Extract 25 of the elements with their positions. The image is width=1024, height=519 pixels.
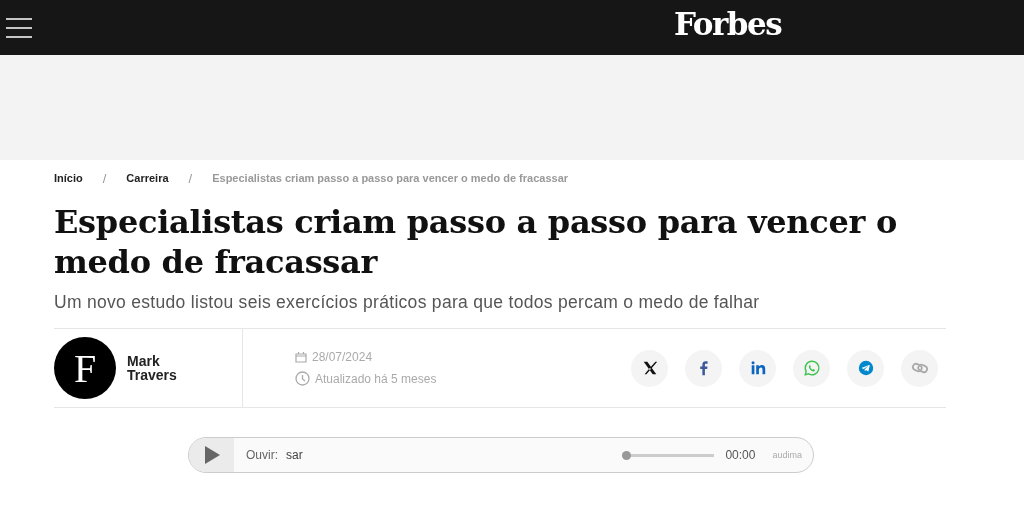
scrolling-title: sar: [286, 448, 303, 462]
whatsapp-icon: [802, 359, 821, 377]
logo[interactable]: Forbes: [674, 6, 782, 42]
breadcrumb-link[interactable]: Carreira: [126, 172, 169, 184]
time-display: 00:00: [725, 448, 756, 462]
share-button[interactable]: [685, 349, 722, 387]
play-button[interactable]: [189, 438, 234, 472]
share-button[interactable]: [631, 349, 668, 387]
article-subtitle: Um novo estudo listou seis exercícios práticos para que todos percam o medo de falhar: [54, 292, 761, 313]
brand-logo: audima: [772, 450, 802, 460]
calendar-icon: [295, 351, 307, 363]
play-icon: [202, 445, 221, 465]
breadcrumb-link[interactable]: Início: [54, 172, 83, 184]
author-name[interactable]: Mark Travers: [127, 354, 187, 382]
menu-icon[interactable]: [6, 17, 32, 38]
author-avatar[interactable]: F: [54, 337, 116, 399]
listen-label: Ouvir:: [246, 448, 278, 462]
article-title: Especialistas criam passo a passo para vencer o medo de fracassar: [54, 202, 899, 282]
updated-time: Atualizado há 5 meses: [315, 371, 437, 386]
clock-icon: [295, 371, 310, 386]
slider-thumb[interactable]: [622, 450, 632, 460]
breadcrumb-separator: /: [188, 170, 193, 186]
breadcrumb-separator: /: [102, 170, 107, 186]
telegram-icon: [856, 359, 875, 377]
publish-date: 28/07/2024: [312, 350, 373, 364]
